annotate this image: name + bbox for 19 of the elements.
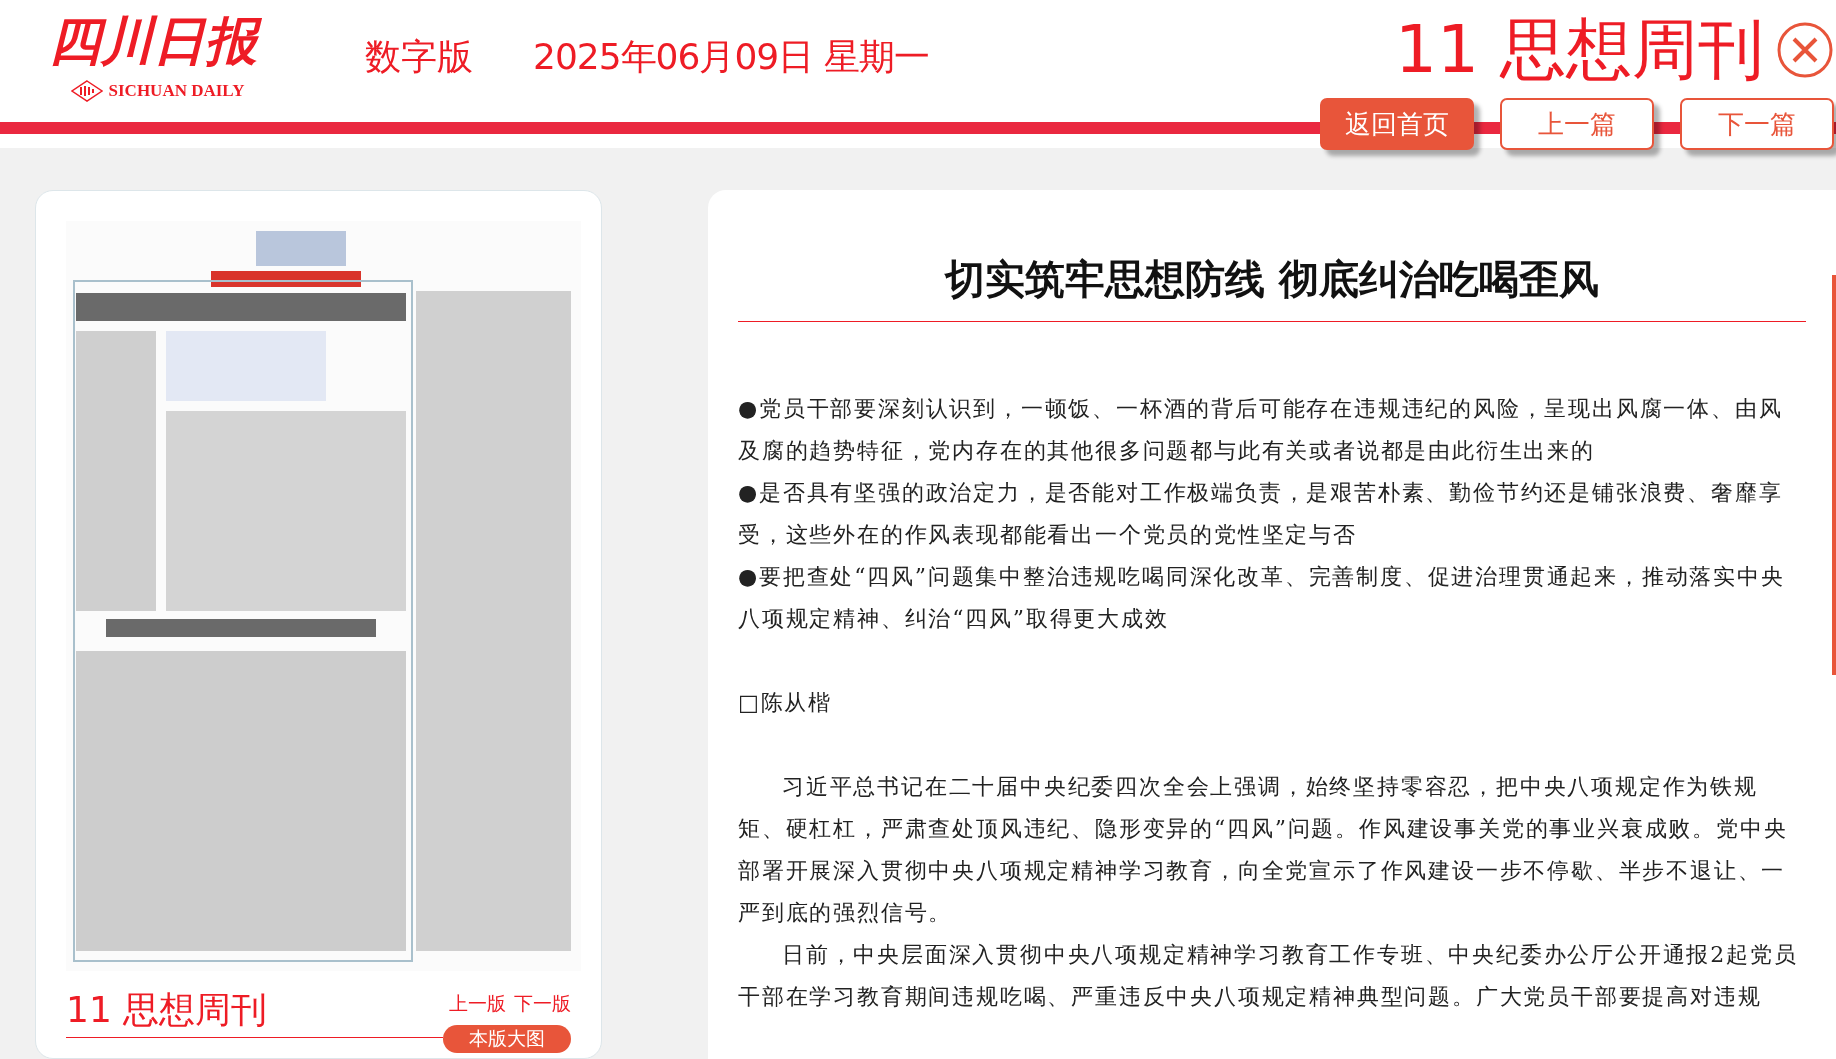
- article-paragraph: ●是否具有坚强的政治定力，是否能对工作极端负责，是艰苦朴素、勤俭节约还是铺张浪费、奢靡享受，这些外在的作风表现都能看出一个党员的党性坚定与否: [738, 479, 1784, 549]
- page-link[interactable]: 下一版: [514, 991, 571, 1017]
- logo-subtitle: SICHUAN DAILY: [108, 81, 245, 101]
- article-title: 切实筑牢思想防线 彻底纠治吃喝歪风: [738, 190, 1806, 322]
- newspaper-logo: 四川日报: [44, 2, 271, 80]
- issue-date: 2025年06月09日 星期一: [533, 35, 929, 79]
- author-byline: □陈从楷: [738, 689, 833, 717]
- nav-button[interactable]: 上一篇: [1500, 98, 1654, 150]
- article-paragraph: 日前，中央层面深入贯彻中央八项规定精神学习教育工作专班、中央纪委办公厅公开通报2起党员干部在学习教育期间违规吃喝、严重违反中央八项规定精神典型问题。广大党员干部要提高对违规: [738, 941, 1799, 1011]
- edition-label: 数字版: [365, 35, 473, 79]
- article-paragraph: 习近平总书记在二十届中央纪委四次全会上强调，始终坚持零容忍，把中央八项规定作为铁规矩、硬杠杠，严肃查处顶风违纪、隐形变异的“四风”问题。作风建设事关党的事业兴衰成败。党中央部署开展深入贯彻中央八项规定精神学习教育，向全党宣示了作风建设一步不停歇、半步不退让、一严到底的强烈信号。: [738, 773, 1789, 927]
- page-name: 11 思想周刊: [66, 988, 269, 1032]
- article-paragraph: ●要把查处“四风”问题集中整治违规吃喝同深化改革、完善制度、促进治理贯通起来，推动落实中央八项规定精神、纠治“四风”取得更大成效: [738, 563, 1786, 633]
- article-paragraph: ●党员干部要深刻认识到，一顿饭、一杯酒的背后可能存在违规违纪的风险，呈现出风腐一体、由风及腐的趋势特征，党内存在的其他很多问题都与此有关或者说都是由此衍生出来的: [738, 395, 1784, 465]
- nav-button[interactable]: 下一篇: [1680, 98, 1834, 150]
- page-link[interactable]: 上一版: [449, 991, 506, 1017]
- page-title: 11 思想周刊: [1395, 10, 1764, 90]
- full-page-button[interactable]: 本版大图: [443, 1025, 571, 1053]
- nav-button[interactable]: 返回首页: [1320, 98, 1474, 150]
